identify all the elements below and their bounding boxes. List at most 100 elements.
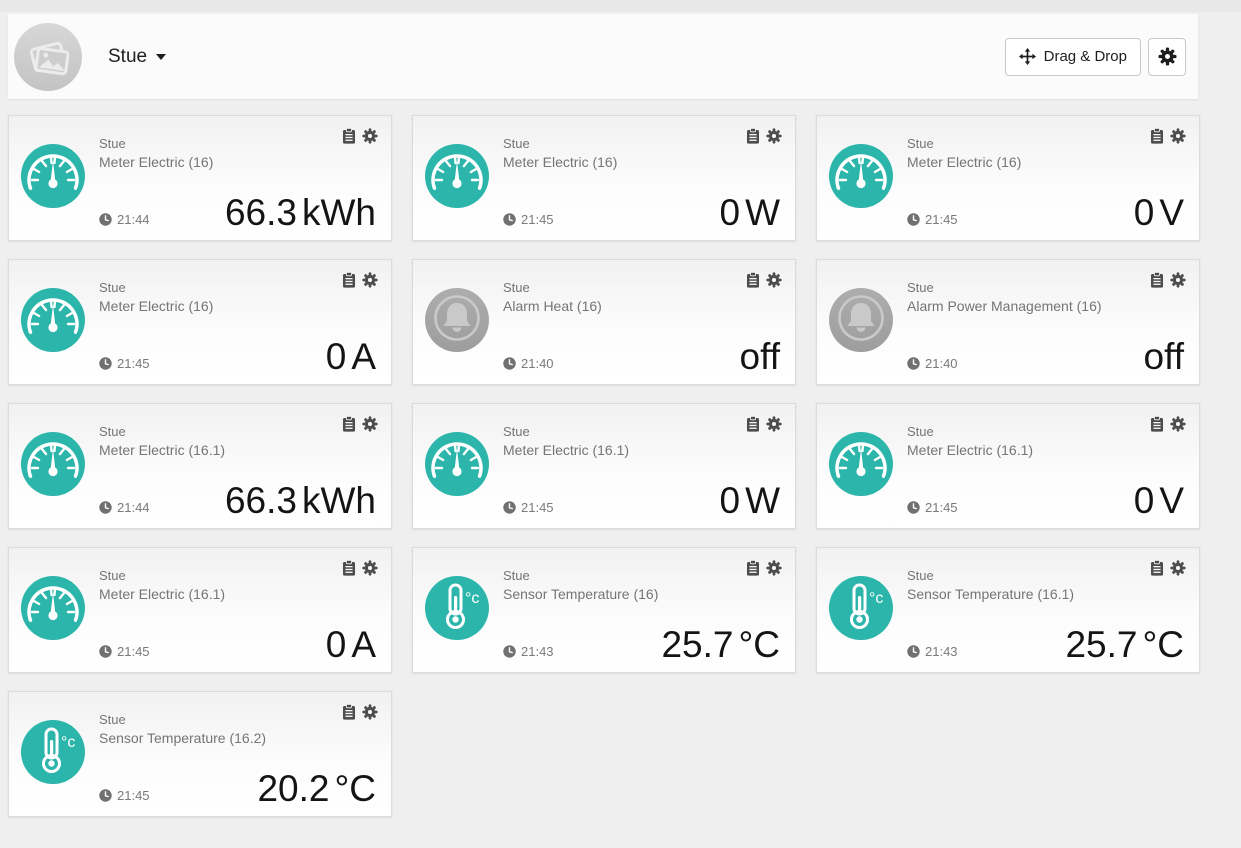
log-icon[interactable] <box>1150 272 1164 288</box>
gauge-meter-icon <box>21 286 85 355</box>
last-update-time: 21:43 <box>925 644 958 659</box>
last-update-time: 21:43 <box>521 644 554 659</box>
room-avatar <box>14 23 82 91</box>
device-unit: °C <box>738 624 780 665</box>
device-card[interactable]: Stue Meter Electric (16.1) <box>816 403 1200 529</box>
device-icon-circle <box>425 432 489 496</box>
log-icon[interactable] <box>342 560 356 576</box>
log-icon[interactable] <box>746 128 760 144</box>
device-card[interactable]: Stue Meter Electric (16) <box>8 115 392 241</box>
log-icon[interactable] <box>746 560 760 576</box>
device-name: Sensor Temperature (16) <box>503 585 658 605</box>
device-settings-gear-icon[interactable] <box>1170 272 1186 288</box>
device-settings-gear-icon[interactable] <box>362 416 378 432</box>
device-settings-gear-icon[interactable] <box>766 128 782 144</box>
device-settings-gear-icon[interactable] <box>1170 560 1186 576</box>
log-icon[interactable] <box>1150 416 1164 432</box>
clock-icon <box>907 213 920 226</box>
clock-icon <box>99 645 112 658</box>
device-value: 25.7 <box>661 624 733 665</box>
device-name: Sensor Temperature (16.1) <box>907 585 1074 605</box>
dashboard-settings-button[interactable] <box>1148 38 1186 76</box>
device-room-label: Stue <box>99 279 213 297</box>
device-value: 0 <box>1134 192 1155 233</box>
device-card[interactable]: °c Stue Sensor Temperature (16) <box>412 547 796 673</box>
device-settings-gear-icon[interactable] <box>362 560 378 576</box>
device-settings-gear-icon[interactable] <box>766 272 782 288</box>
log-icon[interactable] <box>1150 560 1164 576</box>
last-update-time: 21:45 <box>521 500 554 515</box>
log-icon[interactable] <box>342 272 356 288</box>
device-settings-gear-icon[interactable] <box>362 128 378 144</box>
device-value-row: 20.2°C <box>257 770 376 807</box>
device-titles: Stue Alarm Power Management (16) <box>907 279 1102 317</box>
log-icon[interactable] <box>746 416 760 432</box>
device-room-label: Stue <box>503 567 658 585</box>
device-card[interactable]: Stue Meter Electric (16.1) <box>8 547 392 673</box>
log-icon[interactable] <box>342 416 356 432</box>
gear-icon <box>1158 47 1177 66</box>
log-icon[interactable] <box>746 272 760 288</box>
last-update-row: 21:45 <box>503 500 554 515</box>
device-card[interactable]: Stue Meter Electric (16.1) <box>8 403 392 529</box>
device-titles: Stue Sensor Temperature (16) <box>503 567 658 605</box>
device-value-row: 0V <box>1134 194 1184 231</box>
device-room-label: Stue <box>907 567 1074 585</box>
device-icon-circle: °c <box>829 576 893 640</box>
clock-icon <box>99 501 112 514</box>
device-grid: Stue Meter Electric (16) <box>8 115 1200 817</box>
last-update-row: 21:45 <box>907 212 958 227</box>
room-dropdown[interactable]: Stue <box>108 46 166 68</box>
clock-icon <box>907 645 920 658</box>
device-settings-gear-icon[interactable] <box>362 272 378 288</box>
device-card[interactable]: Stue Meter Electric (16.1) <box>412 403 796 529</box>
device-settings-gear-icon[interactable] <box>362 704 378 720</box>
device-card[interactable]: Stue Meter Electric (16) <box>412 115 796 241</box>
clock-icon <box>907 357 920 370</box>
device-titles: Stue Meter Electric (16.1) <box>99 567 225 605</box>
device-icon-circle <box>21 576 85 640</box>
device-card[interactable]: Stue Alarm Heat (16) <box>412 259 796 385</box>
device-value: 0 <box>326 336 347 377</box>
gauge-meter-icon <box>425 430 489 499</box>
log-icon[interactable] <box>342 128 356 144</box>
device-icon-circle <box>829 432 893 496</box>
log-icon[interactable] <box>1150 128 1164 144</box>
device-card[interactable]: Stue Alarm Power Management (16) <box>816 259 1200 385</box>
device-room-label: Stue <box>503 423 629 441</box>
last-update-row: 21:45 <box>99 788 150 803</box>
thermometer-icon: °c <box>425 574 489 643</box>
device-card[interactable]: Stue Meter Electric (16) <box>8 259 392 385</box>
device-unit: kWh <box>302 480 376 521</box>
log-icon[interactable] <box>342 704 356 720</box>
thermometer-icon: °c <box>829 574 893 643</box>
clock-icon <box>99 357 112 370</box>
device-settings-gear-icon[interactable] <box>1170 128 1186 144</box>
device-room-label: Stue <box>99 567 225 585</box>
device-room-label: Stue <box>907 279 1102 297</box>
last-update-row: 21:43 <box>907 644 958 659</box>
drag-and-drop-button[interactable]: Drag & Drop <box>1005 38 1141 76</box>
device-name: Meter Electric (16) <box>907 153 1021 173</box>
device-value-row: 0W <box>719 194 780 231</box>
last-update-row: 21:40 <box>907 356 958 371</box>
alarm-bell-icon <box>425 286 489 355</box>
last-update-row: 21:45 <box>99 644 150 659</box>
device-settings-gear-icon[interactable] <box>766 416 782 432</box>
device-card[interactable]: Stue Meter Electric (16) <box>816 115 1200 241</box>
device-card[interactable]: °c Stue Sensor Temperature (16.1) <box>816 547 1200 673</box>
device-card[interactable]: °c Stue Sensor Temperature (16.2) <box>8 691 392 817</box>
device-settings-gear-icon[interactable] <box>1170 416 1186 432</box>
device-settings-gear-icon[interactable] <box>766 560 782 576</box>
device-icon-circle <box>21 144 85 208</box>
device-value-row: 66.3kWh <box>225 482 376 519</box>
device-unit: V <box>1159 192 1184 233</box>
clock-icon <box>99 789 112 802</box>
device-icon-circle <box>21 432 85 496</box>
gauge-meter-icon <box>829 142 893 211</box>
last-update-time: 21:45 <box>925 500 958 515</box>
room-header: Stue Drag & Drop <box>8 14 1198 99</box>
svg-text:°c: °c <box>465 590 479 607</box>
thermometer-icon: °c <box>21 718 85 787</box>
device-icon-circle <box>21 288 85 352</box>
